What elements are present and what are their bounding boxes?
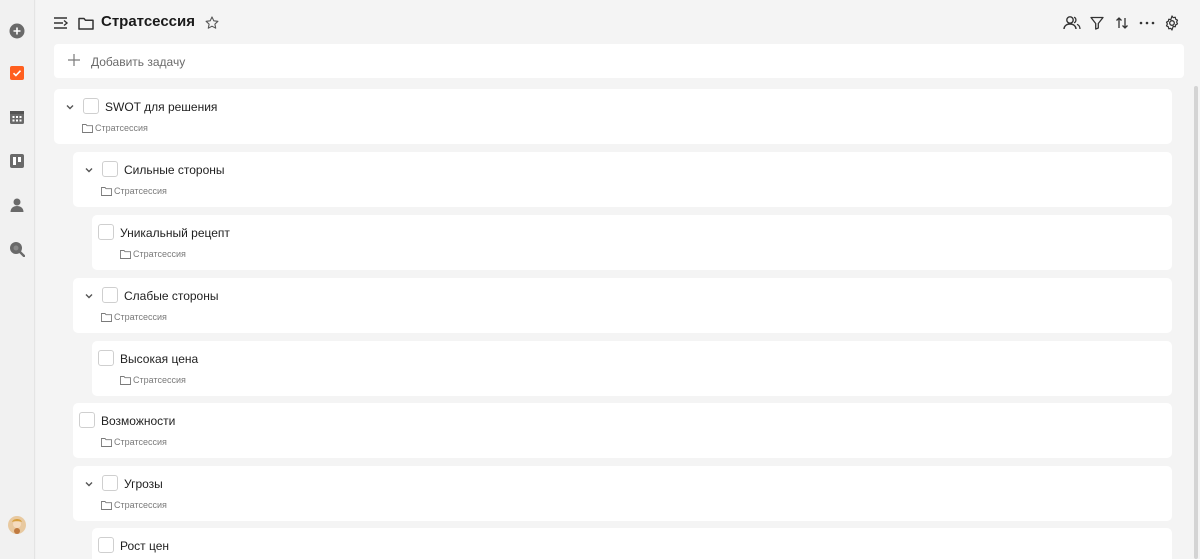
task-project: Стратсессия: [101, 312, 167, 322]
task-title: Сильные стороны: [124, 163, 225, 177]
task-project: Стратсессия: [120, 249, 186, 259]
task-project: Стратсессия: [101, 186, 167, 196]
calendar-icon[interactable]: [8, 108, 26, 126]
project-label: Стратсессия: [133, 249, 186, 259]
folder-icon: [120, 376, 131, 385]
folder-icon: [120, 250, 131, 259]
task-title: Рост цен: [120, 539, 170, 553]
board-icon[interactable]: [8, 152, 26, 170]
star-icon[interactable]: [203, 14, 221, 32]
main-panel: Стратсессия Добавить задачу SWOT для реш…: [36, 0, 1200, 559]
members-icon[interactable]: [1063, 14, 1081, 32]
project-label: Стратсессия: [95, 123, 148, 133]
settings-icon[interactable]: [1163, 14, 1181, 32]
more-icon[interactable]: [1138, 14, 1156, 32]
folder-icon: [101, 438, 112, 447]
task-title: Уникальный рецепт: [120, 226, 230, 240]
project-label: Стратсессия: [114, 312, 167, 322]
chevron-down-icon[interactable]: [64, 101, 76, 113]
task-checkbox[interactable]: [98, 350, 114, 366]
folder-icon: [101, 501, 112, 510]
task-card[interactable]: Сильные стороны Стратсессия: [73, 152, 1172, 207]
person-icon[interactable]: [8, 196, 26, 214]
collapse-sidebar-icon[interactable]: [52, 14, 70, 32]
add-task-bar[interactable]: Добавить задачу: [54, 44, 1184, 78]
add-icon[interactable]: [8, 22, 26, 40]
task-title: Слабые стороны: [124, 289, 219, 303]
task-checkbox[interactable]: [98, 224, 114, 240]
scrollbar[interactable]: [1194, 86, 1198, 559]
task-title: Возможности: [101, 414, 176, 428]
task-checkbox[interactable]: [79, 412, 95, 428]
project-label: Стратсессия: [133, 375, 186, 385]
header: Стратсессия: [36, 0, 1200, 44]
sort-icon[interactable]: [1113, 14, 1131, 32]
task-card[interactable]: Рост цен: [92, 528, 1172, 559]
task-checkbox[interactable]: [98, 537, 114, 553]
task-checkbox[interactable]: [83, 98, 99, 114]
task-card[interactable]: SWOT для решения Стратсессия: [54, 89, 1172, 144]
task-card[interactable]: Слабые стороны Стратсессия: [73, 278, 1172, 333]
task-title: Угрозы: [124, 477, 163, 491]
folder-icon: [101, 313, 112, 322]
tasks-icon[interactable]: [8, 64, 26, 82]
folder-icon: [77, 14, 95, 32]
task-checkbox[interactable]: [102, 475, 118, 491]
task-project: Стратсессия: [120, 375, 186, 385]
add-task-placeholder: Добавить задачу: [91, 55, 186, 69]
task-project: Стратсессия: [82, 123, 148, 133]
chevron-down-icon[interactable]: [83, 164, 95, 176]
plus-icon: [68, 54, 80, 66]
search-icon[interactable]: [8, 240, 26, 258]
project-label: Стратсессия: [114, 186, 167, 196]
page-title: Стратсессия: [101, 13, 195, 30]
app-rail: [0, 0, 35, 559]
task-checkbox[interactable]: [102, 161, 118, 177]
filter-icon[interactable]: [1088, 14, 1106, 32]
task-card[interactable]: Уникальный рецепт Стратсессия: [92, 215, 1172, 270]
project-label: Стратсессия: [114, 437, 167, 447]
task-project: Стратсессия: [101, 500, 167, 510]
task-card[interactable]: Угрозы Стратсессия: [73, 466, 1172, 521]
task-card[interactable]: Возможности Стратсессия: [73, 403, 1172, 458]
folder-icon: [82, 124, 93, 133]
chevron-down-icon[interactable]: [83, 290, 95, 302]
task-title: SWOT для решения: [105, 100, 218, 114]
folder-icon: [101, 187, 112, 196]
project-label: Стратсессия: [114, 500, 167, 510]
task-project: Стратсессия: [101, 437, 167, 447]
avatar[interactable]: [8, 516, 26, 534]
task-card[interactable]: Высокая цена Стратсессия: [92, 341, 1172, 396]
chevron-down-icon[interactable]: [83, 478, 95, 490]
task-checkbox[interactable]: [102, 287, 118, 303]
task-title: Высокая цена: [120, 352, 199, 366]
